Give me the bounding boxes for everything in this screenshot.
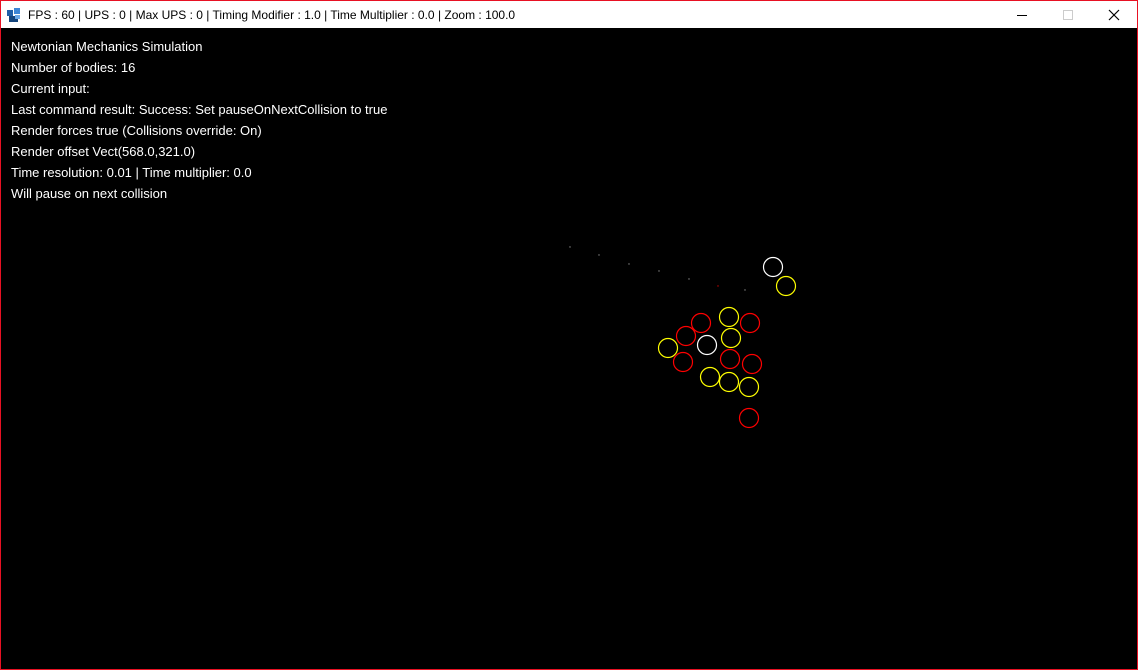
body-red xyxy=(739,312,761,334)
overlay-line-last-command: Last command result: Success: Set pauseO… xyxy=(11,102,388,117)
body-yellow xyxy=(657,337,679,359)
body-yellow xyxy=(775,275,797,297)
overlay-line-current-input: Current input: xyxy=(11,81,90,96)
body-red xyxy=(675,325,697,347)
trail-dot xyxy=(598,254,600,256)
window-title: FPS : 60 | UPS : 0 | Max UPS : 0 | Timin… xyxy=(28,7,516,22)
close-button[interactable] xyxy=(1091,1,1137,28)
overlay-line-body-count: Number of bodies: 16 xyxy=(11,60,136,75)
force-trail xyxy=(569,246,746,291)
body-yellow xyxy=(718,306,740,328)
body-yellow xyxy=(718,371,740,393)
trail-dot xyxy=(688,278,690,280)
simulation-canvas[interactable]: Newtonian Mechanics Simulation Number of… xyxy=(1,28,1137,669)
trail-dot xyxy=(717,285,719,287)
body-white xyxy=(696,334,718,356)
maximize-icon xyxy=(1063,9,1073,20)
maximize-button[interactable] xyxy=(1045,1,1091,28)
overlay-line-render-forces: Render forces true (Collisions override:… xyxy=(11,123,262,138)
overlay-line-title: Newtonian Mechanics Simulation xyxy=(11,39,203,54)
info-overlay: Newtonian Mechanics Simulation Number of… xyxy=(11,36,387,204)
trail-dot xyxy=(744,289,746,291)
title-bar[interactable]: FPS : 60 | UPS : 0 | Max UPS : 0 | Timin… xyxy=(1,1,1137,28)
body-red xyxy=(741,353,763,375)
close-icon xyxy=(1108,9,1120,20)
body-white xyxy=(762,256,784,278)
bodies xyxy=(657,256,797,429)
minimize-icon xyxy=(1017,14,1027,16)
app-window: FPS : 60 | UPS : 0 | Max UPS : 0 | Timin… xyxy=(0,0,1138,670)
body-yellow xyxy=(738,376,760,398)
body-red xyxy=(738,407,760,429)
caption-buttons xyxy=(999,1,1137,28)
trail-dot xyxy=(569,246,571,248)
body-red xyxy=(690,312,712,334)
body-yellow xyxy=(699,366,721,388)
body-red xyxy=(719,348,741,370)
overlay-line-time-resolution: Time resolution: 0.01 | Time multiplier:… xyxy=(11,165,252,180)
minimize-button[interactable] xyxy=(999,1,1045,28)
java-app-icon xyxy=(7,7,20,22)
body-red xyxy=(672,351,694,373)
overlay-line-pause-status: Will pause on next collision xyxy=(11,186,168,201)
trail-dot xyxy=(658,270,660,272)
overlay-line-render-offset: Render offset Vect(568.0,321.0) xyxy=(11,144,196,159)
trail-dot xyxy=(628,263,630,265)
body-yellow xyxy=(720,327,742,349)
